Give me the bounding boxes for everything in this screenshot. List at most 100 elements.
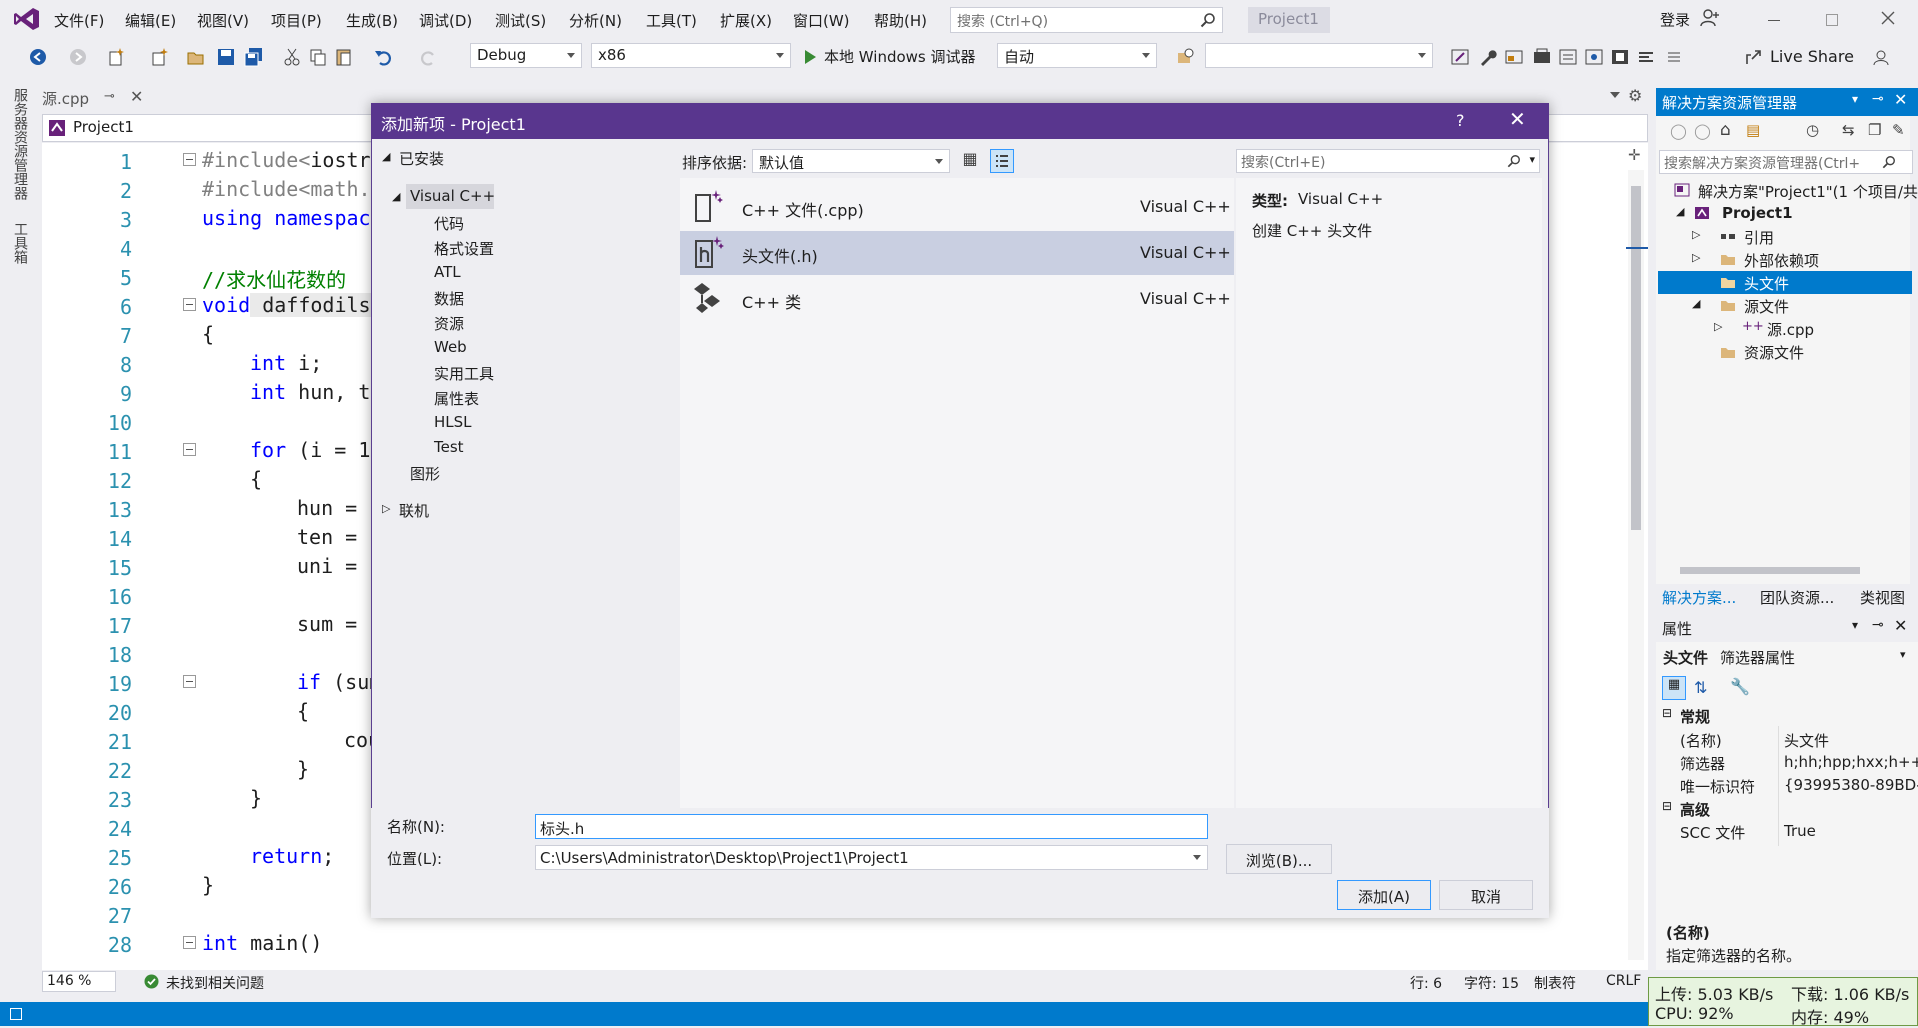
collapse-arrow-icon[interactable]: ▷ — [1714, 320, 1722, 333]
close-tab-icon[interactable]: ✕ — [130, 87, 143, 106]
editor-vertical-scrollbar[interactable] — [1628, 170, 1644, 960]
cut-icon[interactable] — [282, 47, 302, 67]
paste-icon[interactable] — [334, 47, 354, 67]
feedback-icon[interactable] — [1872, 47, 1892, 67]
pin-icon[interactable]: ⊸ — [1872, 617, 1884, 633]
issues-status[interactable]: 未找到相关问题 — [166, 973, 264, 993]
toolbox-tab[interactable]: 工具箱 — [10, 222, 30, 264]
toolbar-icon-7[interactable] — [1636, 47, 1656, 67]
toolbar-icon-1[interactable] — [1450, 47, 1470, 67]
expand-arrow-icon[interactable]: ◢ — [1692, 297, 1700, 310]
close-window-icon[interactable] — [1880, 10, 1896, 26]
new-project-icon[interactable] — [106, 47, 126, 67]
login-link[interactable]: 登录 — [1660, 9, 1690, 30]
tree-item-resource-files[interactable]: 资源文件 — [1744, 342, 1804, 363]
save-icon[interactable] — [216, 47, 236, 67]
menu-view[interactable]: 视图(V) — [197, 10, 249, 31]
zoom-dropdown[interactable]: 146 % — [42, 971, 116, 992]
property-value[interactable]: h;hh;hpp;hxx;h++ — [1784, 753, 1918, 771]
collapse-section-icon[interactable]: ⊟ — [1662, 799, 1672, 813]
menu-file[interactable]: 文件(F) — [54, 10, 104, 31]
tab-class-view[interactable]: 类视图 — [1860, 587, 1905, 608]
browse-button[interactable]: 浏览(B)... — [1226, 844, 1332, 874]
live-share-button[interactable]: Live Share — [1770, 47, 1854, 66]
fold-toggle-icon[interactable] — [183, 443, 196, 456]
collapse-all-icon[interactable]: ❐ — [1868, 121, 1881, 139]
back-icon[interactable] — [28, 47, 48, 67]
eol-indicator[interactable]: CRLF — [1606, 973, 1641, 989]
close-dialog-icon[interactable]: ✕ — [1509, 107, 1526, 131]
template-row-class[interactable]: C++ 类 Visual C++ — [680, 277, 1234, 321]
tree-item-category[interactable]: 实用工具 — [434, 363, 494, 384]
tree-item-category[interactable]: ATL — [434, 263, 461, 281]
server-explorer-tab[interactable]: 服务器资源管理器 — [10, 88, 30, 200]
local-debugger-button[interactable]: 本地 Windows 调试器 — [824, 46, 976, 67]
toolbar-icon-2[interactable] — [1504, 47, 1524, 67]
open-file-icon[interactable] — [186, 47, 206, 67]
toolbar-overflow-icon[interactable] — [1664, 47, 1684, 67]
chevron-down-icon[interactable]: ▾ — [1529, 153, 1535, 166]
toolbar-icon-3[interactable] — [1532, 47, 1552, 67]
config-dropdown[interactable]: Debug — [470, 43, 582, 68]
copy-icon[interactable] — [308, 47, 328, 67]
history-icon[interactable]: ◷ — [1806, 121, 1819, 139]
panel-menu-icon[interactable]: ▾ — [1852, 92, 1858, 106]
switch-views-icon[interactable]: ▤ — [1746, 121, 1760, 139]
sync-icon[interactable]: ⇆ — [1842, 121, 1855, 139]
collapse-arrow-icon[interactable]: ▷ — [382, 502, 390, 515]
help-button[interactable]: ? — [1456, 111, 1465, 130]
minimize-icon[interactable] — [1768, 20, 1780, 21]
small-icons-view-icon[interactable]: ▦ — [958, 149, 982, 173]
add-button[interactable]: 添加(A) — [1337, 880, 1431, 910]
close-panel-icon[interactable]: ✕ — [1894, 616, 1907, 635]
tab-solution-explorer[interactable]: 解决方案... — [1662, 587, 1736, 608]
find-combo[interactable] — [1205, 43, 1433, 68]
expand-arrow-icon[interactable]: ◢ — [382, 150, 390, 163]
tree-item-category[interactable]: 数据 — [434, 288, 464, 309]
collapse-arrow-icon[interactable]: ▷ — [1692, 251, 1700, 264]
properties-icon[interactable]: ✎ — [1892, 121, 1905, 139]
properties-object-selector[interactable]: 头文件 筛选器属性 ▾ — [1658, 644, 1914, 668]
collapse-section-icon[interactable]: ⊟ — [1662, 706, 1672, 720]
tree-item-category[interactable]: 资源 — [434, 313, 464, 334]
menu-test[interactable]: 测试(S) — [495, 10, 546, 31]
template-row-cpp[interactable]: C++ 文件(.cpp) Visual C++ — [680, 185, 1234, 229]
fold-toggle-icon[interactable] — [183, 936, 196, 949]
home-icon[interactable]: ⌂ — [1720, 120, 1731, 140]
menu-help[interactable]: 帮助(H) — [874, 10, 927, 31]
start-debug-icon[interactable] — [800, 47, 820, 67]
sort-dropdown[interactable]: 默认值 — [752, 149, 950, 173]
find-in-files-icon[interactable] — [1176, 47, 1196, 67]
live-share-icon[interactable] — [1744, 47, 1764, 67]
menu-project[interactable]: 项目(P) — [271, 10, 322, 31]
name-input[interactable]: 标头.h — [535, 814, 1208, 839]
tree-item-source-files[interactable]: 源文件 — [1744, 296, 1789, 317]
toolbar-icon-4[interactable] — [1558, 47, 1578, 67]
scroll-thumb[interactable] — [1680, 567, 1860, 574]
document-tab[interactable]: 源.cpp ⊸ ✕ — [42, 87, 152, 114]
scroll-thumb[interactable] — [1631, 186, 1641, 530]
tree-item-category[interactable]: 代码 — [434, 213, 464, 234]
close-panel-icon[interactable]: ✕ — [1894, 90, 1907, 109]
tree-item-graphics[interactable]: 图形 — [410, 463, 440, 484]
menu-edit[interactable]: 编辑(E) — [125, 10, 176, 31]
save-all-icon[interactable] — [244, 47, 264, 67]
fold-toggle-icon[interactable] — [183, 675, 196, 688]
split-editor-icon[interactable]: ✛ — [1628, 146, 1641, 164]
tree-item-external-deps[interactable]: 外部依赖项 — [1744, 250, 1819, 271]
restore-icon[interactable] — [1826, 14, 1838, 26]
tab-overflow-icon[interactable] — [1610, 92, 1620, 98]
platform-dropdown[interactable]: x86 — [591, 43, 791, 68]
tree-item-category[interactable]: 格式设置 — [434, 238, 494, 259]
fold-toggle-icon[interactable] — [183, 153, 196, 166]
toolbar-icon-6[interactable] — [1610, 47, 1630, 67]
property-value[interactable]: True — [1784, 822, 1816, 840]
settings-gear-icon[interactable]: ⚙ — [1628, 86, 1642, 105]
global-search-input[interactable]: 搜索 (Ctrl+Q) — [950, 7, 1223, 33]
tree-item-visual-cpp[interactable]: Visual C++ — [410, 187, 495, 205]
tree-item-online[interactable]: 联机 — [399, 500, 429, 521]
alphabetical-icon[interactable]: ⇅ — [1694, 678, 1707, 697]
forward-icon[interactable]: ◯ — [1694, 122, 1711, 140]
back-icon[interactable]: ◯ — [1670, 122, 1687, 140]
tree-item-references[interactable]: 引用 — [1744, 227, 1774, 248]
